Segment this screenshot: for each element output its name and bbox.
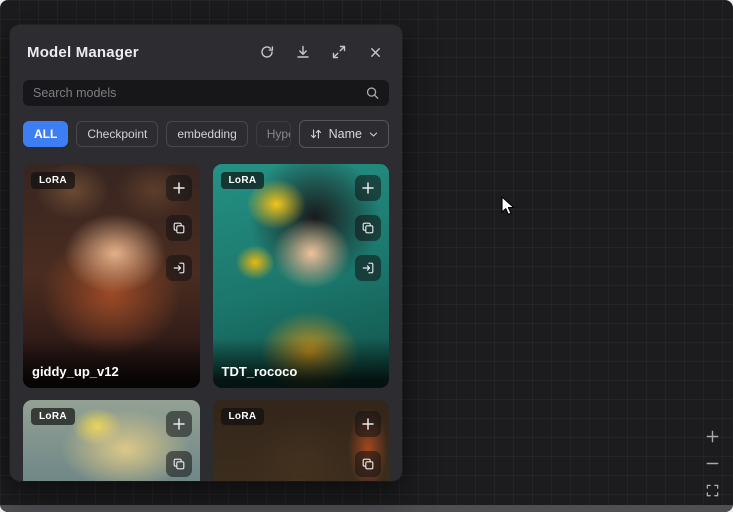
add-model-button[interactable] xyxy=(355,411,381,437)
add-model-button[interactable] xyxy=(166,175,192,201)
model-name: giddy_up_v12 xyxy=(23,338,200,388)
model-type-badge: LoRA xyxy=(31,408,75,425)
refresh-icon xyxy=(259,44,275,60)
download-button[interactable] xyxy=(294,43,312,61)
copy-model-button[interactable] xyxy=(166,451,192,477)
refresh-button[interactable] xyxy=(258,43,276,61)
add-model-button[interactable] xyxy=(355,175,381,201)
load-icon xyxy=(172,261,186,275)
copy-icon xyxy=(361,457,375,471)
sort-label: Name xyxy=(329,127,362,141)
zoom-in-icon xyxy=(705,429,720,444)
search-input[interactable] xyxy=(23,80,389,106)
maximize-icon xyxy=(331,44,347,60)
canvas-zoom-controls xyxy=(703,427,721,499)
search-bar xyxy=(23,80,389,106)
download-icon xyxy=(295,44,311,60)
zoom-out-button[interactable] xyxy=(703,454,721,472)
load-model-button[interactable] xyxy=(166,255,192,281)
add-icon xyxy=(172,417,186,431)
panel-toolbar xyxy=(258,43,387,61)
copy-model-button[interactable] xyxy=(355,215,381,241)
model-manager-panel: Model Manager xyxy=(10,25,402,481)
chevron-down-icon xyxy=(368,129,379,140)
model-type-badge: LoRA xyxy=(221,172,265,189)
add-model-button[interactable] xyxy=(166,411,192,437)
filter-checkpoint[interactable]: Checkpoint xyxy=(76,121,158,147)
zoom-in-button[interactable] xyxy=(703,427,721,445)
copy-icon xyxy=(172,221,186,235)
filter-all[interactable]: ALL xyxy=(23,121,68,147)
fit-view-icon xyxy=(705,483,720,498)
add-icon xyxy=(172,181,186,195)
model-type-badge: LoRA xyxy=(221,408,265,425)
mouse-cursor xyxy=(501,196,518,218)
model-card[interactable]: LoRA giddy_up_v12 xyxy=(23,164,200,388)
model-card[interactable]: LoRA TDT_rococo xyxy=(213,164,390,388)
horizontal-scrollbar[interactable] xyxy=(0,505,733,512)
model-card[interactable]: LoRA xyxy=(213,400,390,481)
copy-icon xyxy=(361,221,375,235)
load-model-button[interactable] xyxy=(355,255,381,281)
model-card-grid: LoRA giddy_up_v12 LoRA xyxy=(23,164,389,481)
model-type-badge: LoRA xyxy=(31,172,75,189)
search-icon xyxy=(365,86,380,101)
filter-embedding[interactable]: embedding xyxy=(166,121,247,147)
panel-header: Model Manager xyxy=(23,25,389,75)
fit-view-button[interactable] xyxy=(703,481,721,499)
zoom-out-icon xyxy=(705,456,720,471)
add-icon xyxy=(361,417,375,431)
close-icon xyxy=(368,45,383,60)
close-button[interactable] xyxy=(366,43,384,61)
model-name: TDT_rococo xyxy=(213,338,390,388)
maximize-button[interactable] xyxy=(330,43,348,61)
copy-model-button[interactable] xyxy=(166,215,192,241)
add-icon xyxy=(361,181,375,195)
sort-icon xyxy=(309,127,323,141)
filter-chips-row: ALL Checkpoint embedding Hypernetwork Na… xyxy=(23,120,389,148)
copy-model-button[interactable] xyxy=(355,451,381,477)
sort-button[interactable]: Name xyxy=(299,120,389,148)
panel-title: Model Manager xyxy=(27,44,258,61)
load-icon xyxy=(361,261,375,275)
model-card[interactable]: LoRA xyxy=(23,400,200,481)
node-graph-canvas[interactable]: Model Manager xyxy=(0,0,733,512)
copy-icon xyxy=(172,457,186,471)
filter-hypernetwork[interactable]: Hypernetwork xyxy=(256,121,291,147)
